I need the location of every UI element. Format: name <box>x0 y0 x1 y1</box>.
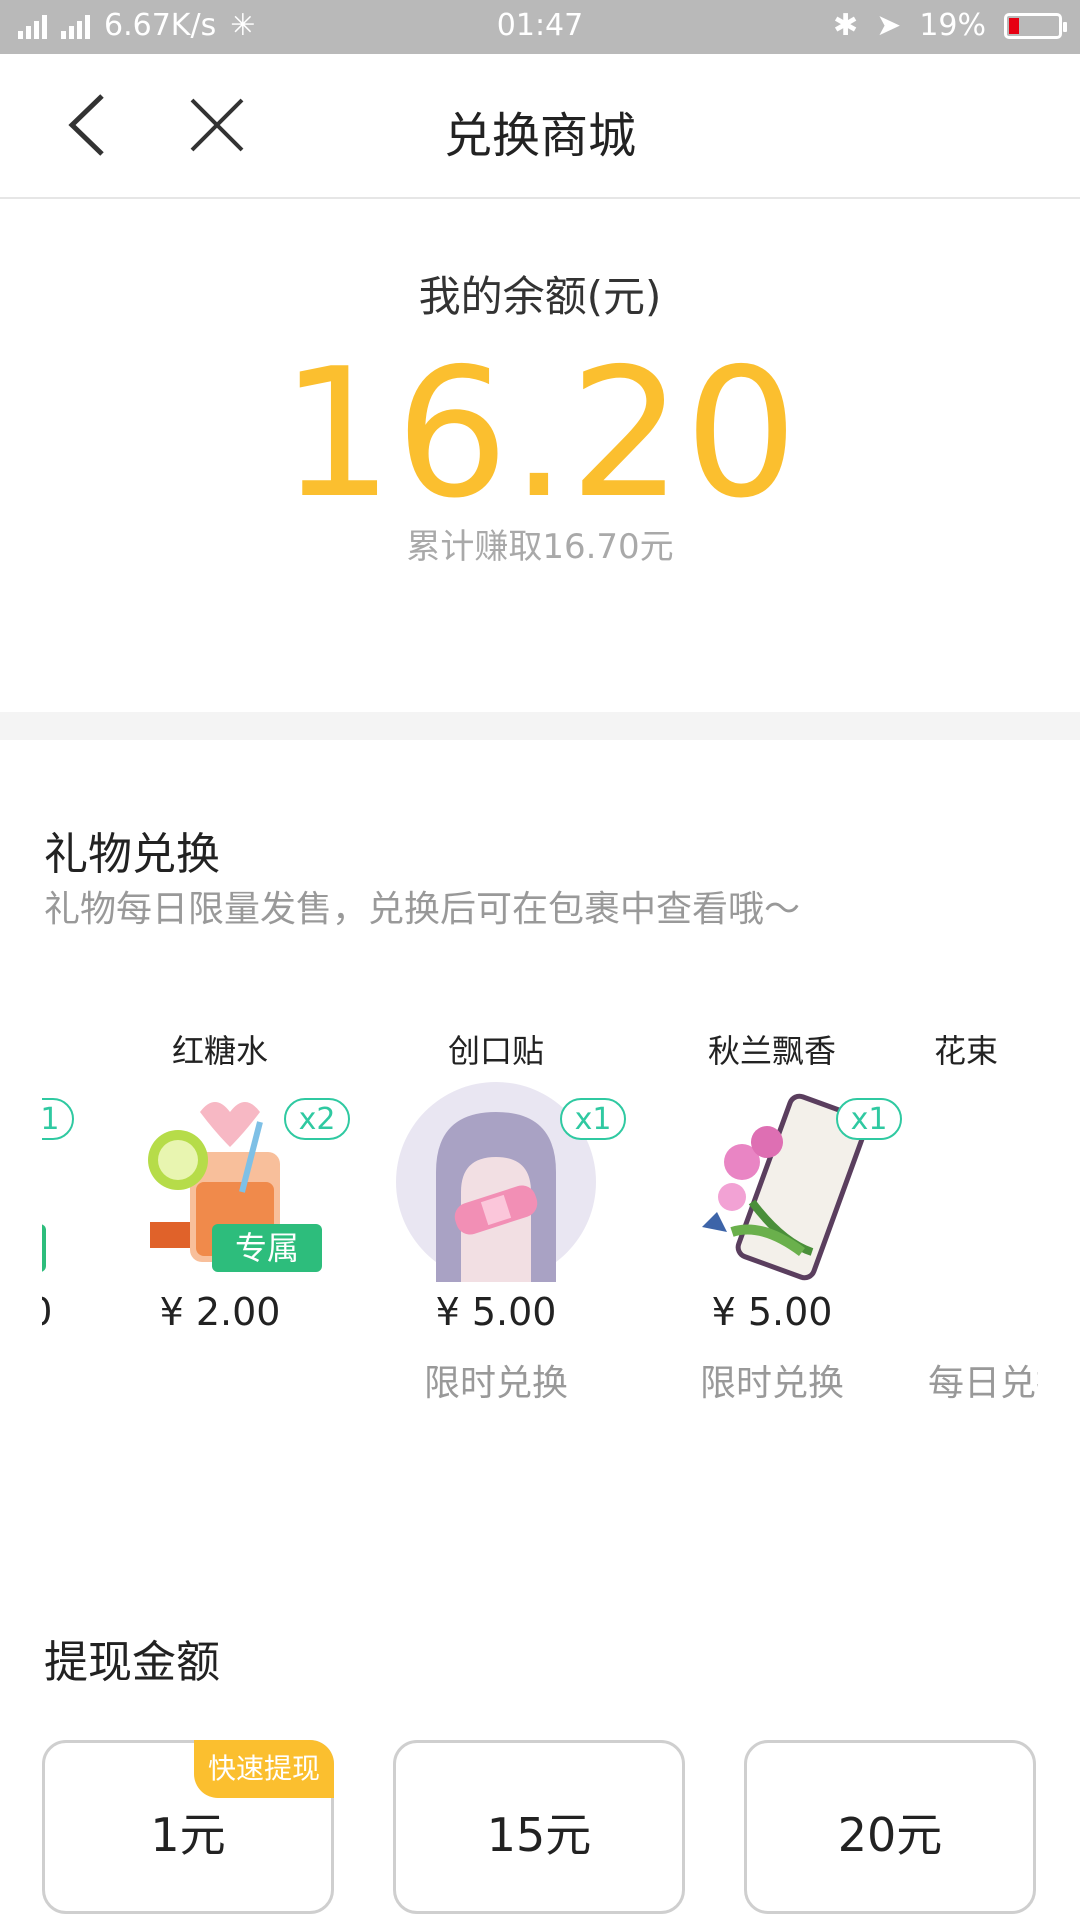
gift-name: 鸡蛋 <box>42 1026 82 1072</box>
battery-percent: 19% <box>919 8 986 43</box>
gift-name: 花束 <box>934 1032 999 1070</box>
withdraw-option-1[interactable]: 快速提现 1元 <box>42 1740 334 1914</box>
fast-withdraw-tag: 快速提现 <box>194 1740 334 1798</box>
nav-bar: 兑换商城 <box>0 54 1080 199</box>
gift-item-brown-sugar-water[interactable]: 红糖水 x2 专属 ¥ 2.00 <box>82 1018 358 1418</box>
bluetooth-icon: ✱ <box>833 8 859 43</box>
gift-name: 红糖水 <box>171 1032 268 1070</box>
gift-name: 创口贴 <box>447 1032 544 1070</box>
gift-item-next[interactable]: 花束 每日兑换 <box>910 1018 1038 1418</box>
withdraw-option-20[interactable]: 20元 <box>744 1740 1036 1914</box>
withdraw-option-15[interactable]: 15元 <box>393 1740 685 1914</box>
exclusive-tag: 专属 <box>212 1224 322 1272</box>
gift-item-band-aid[interactable]: 创口贴 x1 ¥ 5.00 限时兑换 <box>358 1018 634 1418</box>
battery-icon <box>1004 12 1067 39</box>
gift-quantity-badge: x2 <box>284 1098 350 1140</box>
balance-label: 我的余额(元) <box>418 272 662 321</box>
page-title: 兑换商城 <box>443 108 636 164</box>
gift-quantity-badge: x1 <box>560 1098 626 1140</box>
daily-exchange-label: 每日兑换 <box>928 1363 1038 1404</box>
withdraw-section-title: 提现金额 <box>44 1637 220 1688</box>
gift-price: ¥ 2.00 <box>42 1290 82 1334</box>
withdraw-amount: 1元 <box>150 1808 226 1862</box>
gift-carousel[interactable]: 鸡蛋 x1 专属 ¥ 2.00 红糖水 x2 专属 <box>42 1018 1038 1418</box>
gift-section-title: 礼物兑换 <box>44 829 220 880</box>
limited-exchange-label: 限时兑换 <box>699 1363 844 1404</box>
gift-price: ¥ 5.00 <box>711 1290 833 1334</box>
gift-section-subtitle: 礼物每日限量发售，兑换后可在包裹中查看哦～ <box>44 889 801 930</box>
gift-item-egg[interactable]: 鸡蛋 x1 专属 ¥ 2.00 <box>42 1018 82 1418</box>
gift-quantity-badge: x1 <box>836 1098 902 1140</box>
location-icon: ➤ <box>876 8 902 43</box>
balance-section: 我的余额(元) 16.20 累计赚取16.70元 <box>0 197 1080 712</box>
withdraw-amount: 20元 <box>837 1808 943 1862</box>
exclusive-tag: 专属 <box>42 1224 46 1272</box>
section-divider <box>0 712 1080 740</box>
gift-name: 秋兰飘香 <box>707 1032 836 1070</box>
withdraw-amount: 15元 <box>486 1808 592 1862</box>
balance-value: 16.20 <box>280 330 800 537</box>
gift-price: ¥ 2.00 <box>159 1290 281 1334</box>
limited-exchange-label: 限时兑换 <box>423 1363 568 1404</box>
total-earned: 累计赚取16.70元 <box>406 527 674 567</box>
status-bar: 6.67K/s ✳ 01:47 ✱ ➤ 19% <box>0 0 1080 54</box>
gift-quantity-badge: x1 <box>42 1098 74 1140</box>
gift-item-orchid[interactable]: 秋兰飘香 x1 ¥ 5.00 限时兑换 <box>634 1018 910 1418</box>
gift-price: ¥ 5.00 <box>435 1290 557 1334</box>
